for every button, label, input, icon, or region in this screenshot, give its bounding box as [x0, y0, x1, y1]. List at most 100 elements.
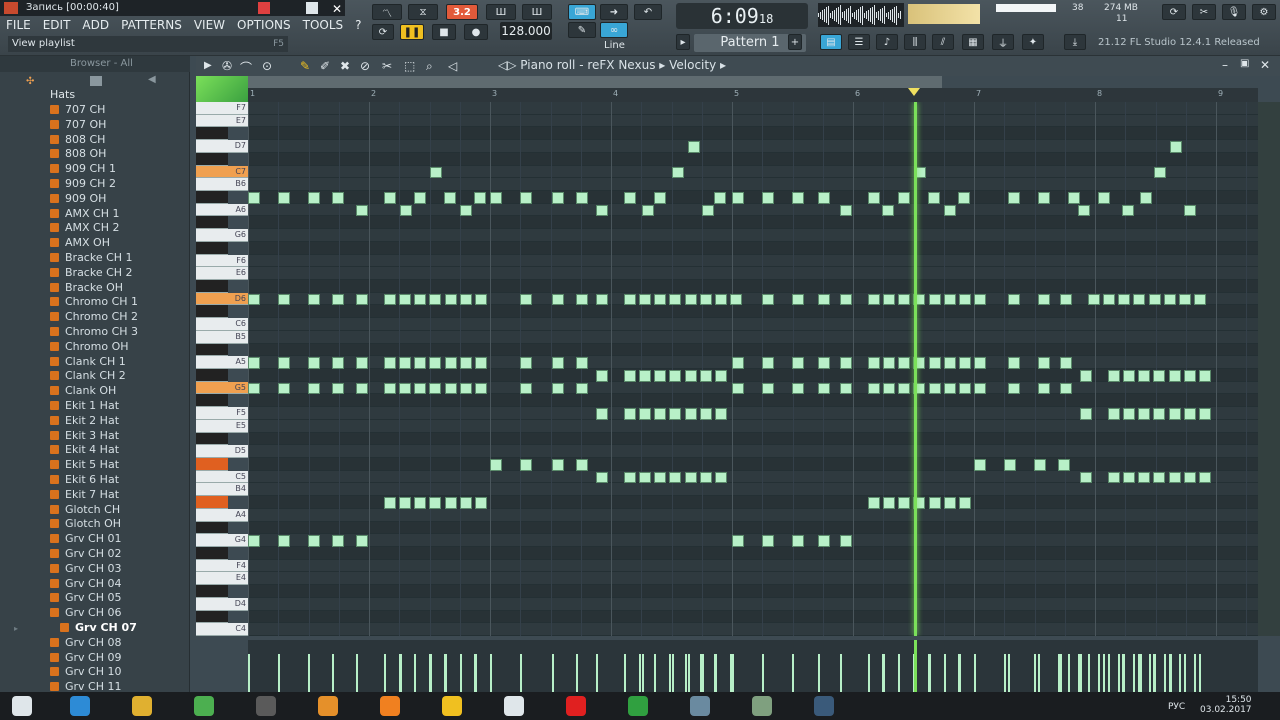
velocity-bar[interactable] [1060, 654, 1062, 692]
browser-item[interactable]: Bracke CH 2 [50, 265, 133, 280]
note[interactable] [1098, 192, 1110, 204]
note[interactable] [973, 357, 986, 369]
note[interactable] [1170, 141, 1182, 153]
menu-options[interactable]: OPTIONS [231, 16, 297, 34]
mixer-icon[interactable]: ⫼ [904, 34, 926, 50]
note[interactable] [654, 293, 667, 306]
master-volume[interactable] [908, 4, 980, 24]
note[interactable] [672, 166, 684, 179]
note[interactable] [1060, 382, 1072, 395]
note[interactable] [356, 535, 368, 547]
note[interactable] [596, 408, 608, 420]
note[interactable] [1068, 192, 1080, 204]
browser-item[interactable]: Ekit 2 Hat [50, 413, 119, 428]
close-piano-roll-icon[interactable]: ✕ [1260, 58, 1270, 72]
note[interactable] [624, 192, 636, 204]
note[interactable] [384, 497, 396, 509]
note[interactable] [898, 357, 911, 369]
note[interactable] [1138, 471, 1151, 484]
speaker-icon[interactable]: ◀ [148, 74, 156, 85]
vertical-scrollbar[interactable] [1258, 102, 1280, 636]
typing-keyboard-button[interactable]: ⌨ [568, 4, 596, 20]
note[interactable] [624, 293, 636, 306]
note[interactable] [818, 535, 830, 547]
browser-item[interactable]: 909 OH [50, 191, 106, 206]
note[interactable] [1038, 382, 1050, 395]
note[interactable] [414, 192, 426, 204]
note[interactable] [414, 497, 427, 509]
maximize-icon[interactable]: ▣ [1240, 58, 1249, 69]
note[interactable] [732, 357, 744, 369]
velocity-bar[interactable] [552, 654, 554, 692]
note[interactable] [576, 357, 588, 369]
note[interactable] [278, 357, 290, 369]
note[interactable] [669, 408, 682, 420]
note[interactable] [384, 357, 396, 369]
note[interactable] [654, 370, 667, 382]
velocity-bar[interactable] [944, 654, 946, 692]
note[interactable] [332, 357, 344, 369]
browser-header[interactable]: Browser - All [0, 56, 190, 72]
note[interactable] [429, 293, 442, 306]
note[interactable] [624, 471, 636, 484]
note[interactable] [1154, 166, 1166, 179]
velocity-bar[interactable] [1148, 654, 1151, 692]
browser-item[interactable]: Grv CH 08 [50, 635, 122, 650]
playback-icon[interactable]: ◁ [448, 59, 457, 73]
note[interactable] [474, 293, 487, 306]
note[interactable] [1133, 293, 1146, 306]
velocity-bar[interactable] [1038, 654, 1040, 692]
velocity-bar[interactable] [1178, 654, 1181, 692]
note[interactable] [792, 293, 804, 306]
note[interactable] [1163, 293, 1176, 306]
browser-item[interactable]: Ekit 6 Hat [50, 472, 119, 487]
note[interactable] [356, 382, 368, 395]
note[interactable] [1138, 370, 1151, 382]
note[interactable] [928, 357, 941, 369]
note[interactable] [1103, 293, 1116, 306]
note[interactable] [699, 370, 712, 382]
piano-key[interactable] [196, 610, 228, 624]
playhead[interactable] [913, 102, 917, 636]
velocity-bar[interactable] [1058, 654, 1060, 692]
note[interactable] [596, 471, 608, 484]
note[interactable] [1080, 408, 1092, 420]
piano-key[interactable] [196, 432, 228, 446]
note[interactable] [459, 497, 472, 509]
note[interactable] [792, 357, 804, 369]
note[interactable] [308, 293, 320, 306]
note[interactable] [332, 192, 344, 204]
note[interactable] [1008, 382, 1020, 395]
note[interactable] [596, 204, 608, 217]
browser-item[interactable]: Bracke OH [50, 280, 123, 295]
note[interactable] [898, 293, 911, 306]
velocity-bar[interactable] [1140, 654, 1142, 692]
piano-key[interactable] [196, 127, 228, 141]
mute-icon[interactable]: ⊘ [360, 59, 370, 73]
note[interactable] [714, 192, 726, 204]
velocity-bar[interactable] [688, 654, 690, 692]
note[interactable] [868, 293, 880, 306]
velocity-bar[interactable] [1198, 654, 1201, 692]
note[interactable] [762, 382, 774, 395]
velocity-bar[interactable] [384, 654, 386, 692]
note[interactable] [714, 293, 727, 306]
note[interactable] [654, 471, 667, 484]
note[interactable] [474, 357, 487, 369]
help-icon[interactable]: ✦ [1022, 34, 1044, 50]
windows-start-icon[interactable] [12, 696, 32, 716]
note[interactable] [1008, 192, 1020, 204]
arrow-right-icon[interactable]: ➜ [600, 4, 628, 20]
language-indicator[interactable]: РУС [1168, 702, 1185, 712]
note[interactable] [520, 382, 532, 395]
note[interactable] [399, 497, 412, 509]
note[interactable] [444, 382, 457, 395]
note[interactable] [762, 535, 774, 547]
note[interactable] [356, 204, 368, 217]
note[interactable] [943, 293, 956, 306]
velocity-bar[interactable] [444, 654, 446, 692]
piano-roll-target[interactable]: Velocity [669, 58, 716, 72]
velocity-bar[interactable] [1154, 654, 1156, 692]
tempo-display[interactable]: 128.000 [500, 22, 552, 40]
piano-key[interactable] [196, 369, 228, 382]
